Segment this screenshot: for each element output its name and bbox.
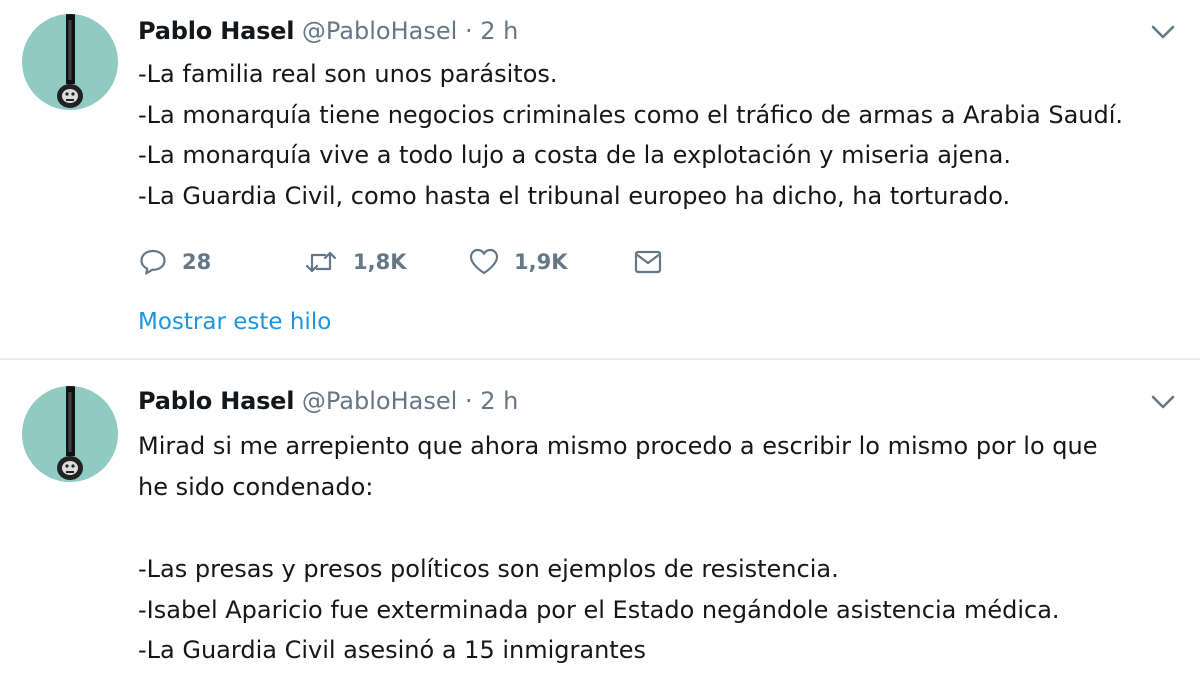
tweet-header: Pablo Hasel @PabloHasel · 2 h [138, 14, 518, 48]
tweet-line: Mirad si me arrepiento que ahora mismo p… [138, 432, 1098, 460]
microphone-avatar-image [57, 14, 83, 108]
separator: · [464, 17, 473, 45]
tweet-text: -La familia real son unos parásitos. -La… [138, 54, 1123, 216]
timestamp[interactable]: 2 h [480, 17, 518, 45]
envelope-icon [634, 250, 662, 274]
tweet-line: -Las presas y presos políticos son ejemp… [138, 555, 839, 583]
tweet[interactable]: Pablo Hasel @PabloHasel · 2 h Mirad si m… [0, 360, 1200, 697]
like-count: 1,9K [514, 250, 568, 274]
avatar[interactable] [22, 386, 118, 482]
separator: · [464, 387, 473, 415]
show-thread-link[interactable]: Mostrar este hilo [138, 306, 331, 338]
tweet-line: -La familia real son unos parásitos. [138, 60, 558, 88]
tweet-line: -La monarquía tiene negocios criminales … [138, 100, 1124, 129]
chevron-down-icon[interactable] [1150, 392, 1176, 412]
tweet-actions: 28 1,8K 1,9K [138, 242, 738, 282]
reply-button[interactable]: 28 [138, 242, 211, 282]
tweet-line: -La monarquía vive a todo lujo a costa d… [138, 141, 1011, 169]
heart-icon [469, 248, 499, 275]
tweet-line: -La Guardia Civil, como hasta el tribuna… [138, 181, 1011, 210]
reply-count: 28 [182, 250, 212, 274]
author-name[interactable]: Pablo Hasel [138, 17, 294, 45]
author-handle[interactable]: @PabloHasel [302, 387, 457, 415]
tweet-line: -Isabel Aparicio fue exterminada por el … [138, 595, 1060, 624]
retweet-count: 1,8K [353, 250, 407, 274]
like-button[interactable]: 1,9K [468, 242, 567, 282]
microphone-avatar-image [57, 386, 83, 480]
tweet[interactable]: Pablo Hasel @PabloHasel · 2 h -La famili… [0, 0, 1200, 360]
timestamp[interactable]: 2 h [480, 387, 518, 415]
author-handle[interactable]: @PabloHasel [302, 17, 457, 45]
chevron-down-icon[interactable] [1150, 22, 1176, 42]
tweet-line: -La Guardia Civil asesinó a 15 inmigrant… [138, 636, 646, 664]
author-name[interactable]: Pablo Hasel [138, 387, 294, 415]
retweet-icon [305, 251, 337, 273]
tweet-text: Mirad si me arrepiento que ahora mismo p… [138, 426, 1097, 671]
tweet-line: he sido condenado: [138, 472, 374, 501]
direct-message-button[interactable] [632, 242, 664, 282]
reply-icon [140, 249, 166, 275]
avatar[interactable] [22, 14, 118, 110]
tweet-header: Pablo Hasel @PabloHasel · 2 h [138, 384, 518, 418]
retweet-button[interactable]: 1,8K [303, 242, 406, 282]
